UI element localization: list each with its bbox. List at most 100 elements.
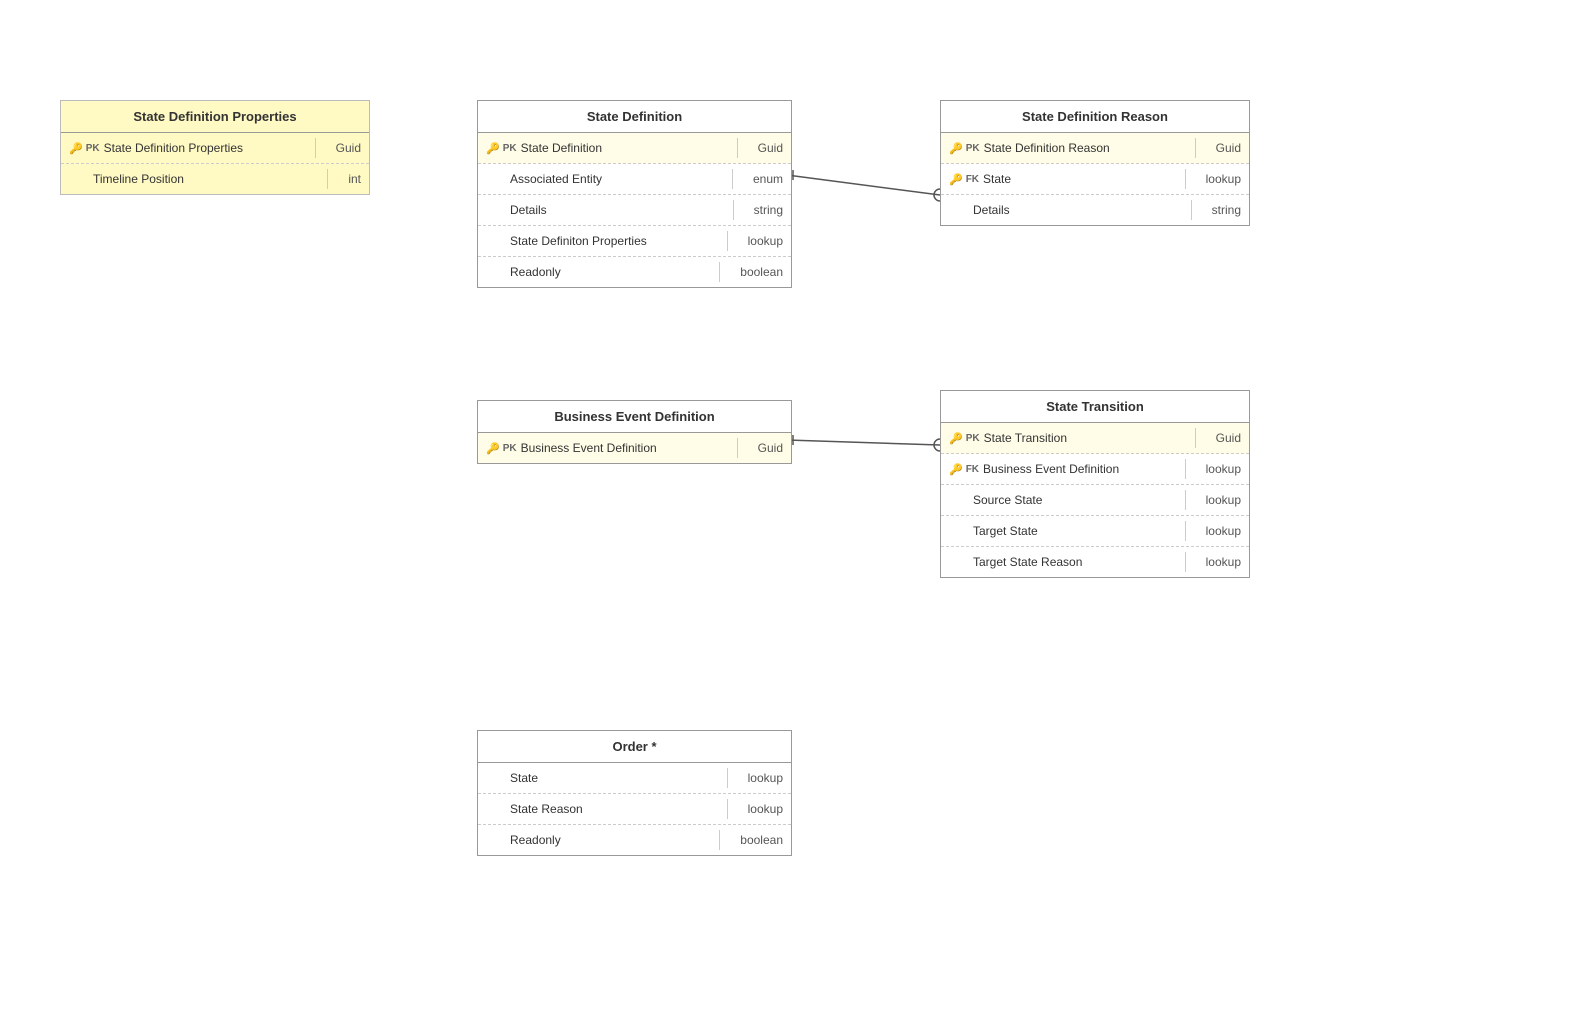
divider — [1195, 138, 1196, 158]
state-definition-properties-header: State Definition Properties — [61, 101, 369, 133]
key-type-label: PK — [966, 433, 980, 444]
table-row: Readonly boolean — [478, 257, 791, 287]
state-transition-header: State Transition — [941, 391, 1249, 423]
field-type: string — [1200, 203, 1241, 217]
table-row: Details string — [478, 195, 791, 226]
field-name: Target State Reason — [949, 555, 1177, 569]
field-name: Target State — [949, 524, 1177, 538]
divider — [719, 830, 720, 850]
divider — [327, 169, 328, 189]
field-type: Guid — [746, 141, 783, 155]
field-name: State Definition Reason — [984, 141, 1187, 155]
state-transition-table: State Transition 🔑 PK State Transition G… — [940, 390, 1250, 578]
table-row: State lookup — [478, 763, 791, 794]
diagram-canvas: State Definition Properties 🔑 PK State D… — [0, 0, 1571, 1015]
table-row: State Reason lookup — [478, 794, 791, 825]
field-type: Guid — [1204, 141, 1241, 155]
divider — [1185, 521, 1186, 541]
table-row: Readonly boolean — [478, 825, 791, 855]
field-name: Business Event Definition — [521, 441, 729, 455]
field-type: lookup — [1194, 172, 1241, 186]
field-name: State Reason — [486, 802, 719, 816]
key-type-label: PK — [503, 443, 517, 454]
key-icon: 🔑 — [949, 432, 963, 445]
field-type: lookup — [736, 802, 783, 816]
divider — [1185, 490, 1186, 510]
field-type: Guid — [1204, 431, 1241, 445]
key-icon: 🔑 — [486, 142, 500, 155]
field-name: Associated Entity — [486, 172, 724, 186]
field-name: State Definiton Properties — [486, 234, 719, 248]
business-event-definition-table: Business Event Definition 🔑 PK Business … — [477, 400, 792, 464]
divider — [1191, 200, 1192, 220]
table-row: Source State lookup — [941, 485, 1249, 516]
field-type: lookup — [1194, 524, 1241, 538]
divider — [1185, 459, 1186, 479]
table-title: State Definition — [587, 109, 682, 124]
key-icon: 🔑 — [486, 442, 500, 455]
field-name: Readonly — [486, 265, 711, 279]
field-name: State — [983, 172, 1177, 186]
key-icon: 🔑 — [69, 142, 83, 155]
divider — [727, 799, 728, 819]
key-type-label: PK — [86, 143, 100, 154]
key-type-label: FK — [966, 174, 979, 185]
state-definition-reason-table: State Definition Reason 🔑 PK State Defin… — [940, 100, 1250, 226]
table-title: State Definition Reason — [1022, 109, 1168, 124]
field-type: lookup — [736, 234, 783, 248]
table-row: 🔑 PK State Definition Guid — [478, 133, 791, 164]
divider — [737, 438, 738, 458]
field-name: State Definition Properties — [104, 141, 307, 155]
field-type: boolean — [728, 265, 783, 279]
field-type: Guid — [324, 141, 361, 155]
key-icon: 🔑 — [949, 142, 963, 155]
divider — [733, 200, 734, 220]
divider — [732, 169, 733, 189]
field-name: Details — [949, 203, 1183, 217]
key-type-label: PK — [966, 143, 980, 154]
key-type-label: PK — [503, 143, 517, 154]
field-type: Guid — [746, 441, 783, 455]
state-definition-properties-table: State Definition Properties 🔑 PK State D… — [60, 100, 370, 195]
field-name: Details — [486, 203, 725, 217]
table-row: 🔑 FK Business Event Definition lookup — [941, 454, 1249, 485]
table-title: Order * — [612, 739, 656, 754]
table-title: State Definition Properties — [133, 109, 296, 124]
field-type: lookup — [736, 771, 783, 785]
table-row: State Definiton Properties lookup — [478, 226, 791, 257]
table-row: Target State Reason lookup — [941, 547, 1249, 577]
order-header: Order * — [478, 731, 791, 763]
table-row: 🔑 PK State Transition Guid — [941, 423, 1249, 454]
divider — [1195, 428, 1196, 448]
field-name: State Definition — [521, 141, 729, 155]
table-row: 🔑 PK Business Event Definition Guid — [478, 433, 791, 463]
state-definition-header: State Definition — [478, 101, 791, 133]
table-title: State Transition — [1046, 399, 1144, 414]
divider — [737, 138, 738, 158]
order-table: Order * State lookup State Reason lookup… — [477, 730, 792, 856]
key-icon: 🔑 — [949, 463, 963, 476]
field-type: string — [742, 203, 783, 217]
field-name: Source State — [949, 493, 1177, 507]
divider — [315, 138, 316, 158]
field-type: lookup — [1194, 462, 1241, 476]
field-name: Business Event Definition — [983, 462, 1177, 476]
divider — [727, 768, 728, 788]
field-name: Readonly — [486, 833, 711, 847]
field-name: State Transition — [984, 431, 1187, 445]
table-row: 🔑 PK State Definition Reason Guid — [941, 133, 1249, 164]
field-type: int — [336, 172, 361, 186]
divider — [727, 231, 728, 251]
field-type: boolean — [728, 833, 783, 847]
field-type: lookup — [1194, 555, 1241, 569]
divider — [1185, 552, 1186, 572]
table-row: 🔑 PK State Definition Properties Guid — [61, 133, 369, 164]
table-row: 🔑 FK State lookup — [941, 164, 1249, 195]
field-type: enum — [741, 172, 783, 186]
table-row: Details string — [941, 195, 1249, 225]
divider — [719, 262, 720, 282]
field-type: lookup — [1194, 493, 1241, 507]
state-definition-reason-header: State Definition Reason — [941, 101, 1249, 133]
key-type-label: FK — [966, 464, 979, 475]
state-definition-table: State Definition 🔑 PK State Definition G… — [477, 100, 792, 288]
